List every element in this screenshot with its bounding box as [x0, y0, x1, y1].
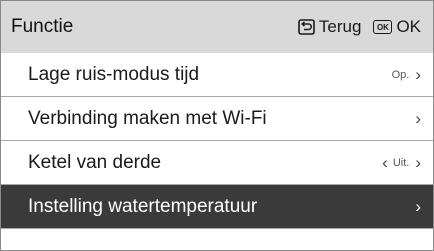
divider [1, 228, 433, 229]
chevron-right-icon: › [415, 65, 421, 84]
menu-item-water-temperature[interactable]: Instelling watertemperatuur › [1, 185, 433, 228]
menu-item-label: Lage ruis-modus tijd [28, 63, 200, 85]
chevron-left-icon[interactable]: ‹ [382, 154, 388, 171]
return-icon [298, 19, 315, 35]
menu-item-low-noise-time[interactable]: Lage ruis-modus tijd Op. › [1, 53, 433, 96]
menu-item-wifi-connect[interactable]: Verbinding maken met Wi-Fi › [1, 97, 433, 140]
back-button[interactable]: Terug [298, 17, 362, 37]
back-label: Terug [318, 17, 362, 36]
menu-item-third-party-boiler[interactable]: Ketel van derde ‹ Uit. › [1, 141, 433, 184]
ok-label: OK [396, 17, 421, 36]
chevron-right-icon: › [415, 109, 421, 128]
menu-item-label: Ketel van derde [28, 151, 162, 173]
chevron-right-icon[interactable]: › [415, 154, 421, 171]
menu-header: Functie Terug OK OK [1, 1, 433, 53]
ok-badge-text: OK [373, 20, 393, 34]
menu-item-value: Op. [391, 68, 410, 81]
ok-button[interactable]: OK OK [373, 17, 421, 37]
menu-item-value: Uit. [392, 156, 410, 169]
function-menu-screen: Functie Terug OK OK Lage ruis-modus tijd… [0, 0, 434, 251]
page-title: Functie [11, 16, 74, 37]
chevron-right-icon: › [415, 197, 421, 216]
menu-item-label: Instelling watertemperatuur [28, 195, 258, 217]
ok-icon: OK [373, 20, 393, 34]
menu-item-label: Verbinding maken met Wi-Fi [28, 107, 267, 129]
